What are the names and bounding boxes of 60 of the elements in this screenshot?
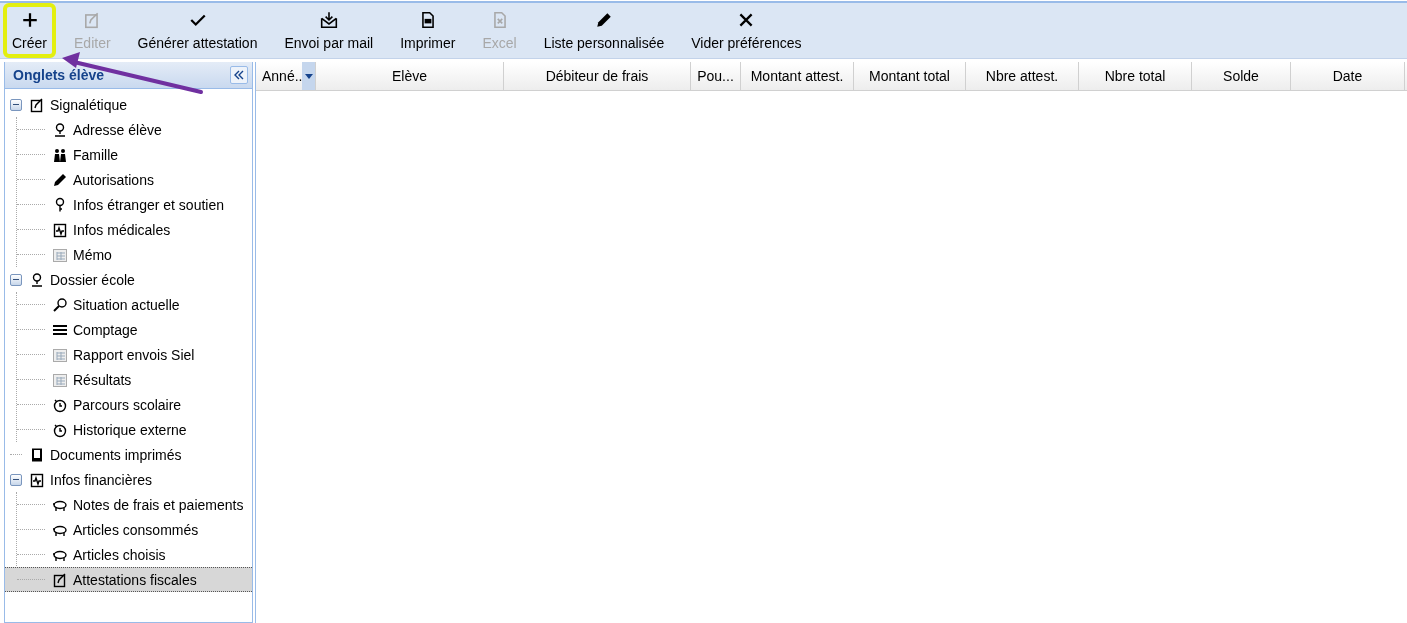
column-header: Nbre total (1104, 68, 1166, 84)
collapse-toggle[interactable] (10, 98, 22, 111)
column-header: Elève (392, 68, 427, 84)
tree-item[interactable]: Notes de frais et paiements (17, 492, 252, 517)
edit-icon (52, 571, 68, 588)
toolbar-button[interactable]: Créer (3, 3, 56, 58)
toolbar-button[interactable]: Vider préférences (682, 3, 811, 58)
table-icon (52, 371, 68, 388)
tree-item[interactable]: Famille (17, 142, 252, 167)
tree-item[interactable]: Mémo (17, 242, 252, 267)
tree-item[interactable]: Articles choisis (17, 542, 252, 567)
column-header: Débiteur de frais (545, 68, 649, 84)
collapse-toggle[interactable] (10, 473, 22, 486)
collapse-button[interactable] (230, 66, 248, 84)
toolbar-button[interactable]: Imprimer (391, 3, 465, 58)
pin-icon (29, 271, 45, 288)
plus-icon (20, 11, 39, 29)
tree-item[interactable]: Comptage (17, 317, 252, 342)
medical-icon (29, 471, 45, 488)
table-icon (52, 246, 68, 263)
tree-item[interactable]: Attestations fiscales (5, 567, 252, 592)
column-header: Nbre attest. (985, 68, 1059, 84)
caret-icon (304, 73, 313, 79)
column-header: Date (1332, 68, 1363, 84)
collapse-toggle[interactable] (10, 273, 22, 286)
double-chevron-icon (234, 70, 244, 80)
tree-item[interactable]: Signalétique (5, 92, 252, 117)
mail-icon (319, 11, 338, 29)
family-icon (52, 146, 68, 163)
tree-item[interactable]: Parcours scolaire (17, 392, 252, 417)
pencil-icon (594, 11, 613, 29)
tree-item[interactable]: Résultats (17, 367, 252, 392)
column-menu-button[interactable] (302, 62, 315, 90)
tree-item[interactable]: Autorisations (17, 167, 252, 192)
tree-item[interactable]: Historique externe (17, 417, 252, 442)
column-header: Montant total (869, 68, 950, 84)
toolbar-button[interactable]: Générer attestation (128, 3, 267, 58)
medical-icon (52, 221, 68, 238)
tree-item[interactable]: Adresse élève (17, 117, 252, 142)
tree-item[interactable]: Infos étranger et soutien (17, 192, 252, 217)
column-header: Anné.. (262, 68, 303, 84)
tree-item[interactable]: Dossier école (5, 267, 252, 292)
search-icon (52, 296, 68, 313)
tree-item[interactable]: Articles consommés (17, 517, 252, 542)
column-header: Montant attest. (750, 68, 844, 84)
tree-item[interactable]: Infos financières (5, 467, 252, 492)
edit-icon (29, 96, 45, 113)
column-header: Solde (1223, 68, 1259, 84)
toolbar-button[interactable]: Envoi par mail (275, 3, 383, 58)
pencil-icon (52, 171, 68, 188)
column-header: Pou... (697, 68, 734, 84)
panel-title: Onglets élève (13, 67, 105, 83)
tree-item[interactable]: Infos médicales (17, 217, 252, 242)
tree-item[interactable]: Documents imprimés (5, 442, 252, 467)
toolbar-button[interactable]: Liste personnalisée (534, 3, 674, 58)
tree-item[interactable]: Situation actuelle (17, 292, 252, 317)
pin-icon (52, 121, 68, 138)
book-icon (29, 446, 45, 463)
table-icon (52, 346, 68, 363)
tree-item[interactable]: Rapport envois Siel (17, 342, 252, 367)
